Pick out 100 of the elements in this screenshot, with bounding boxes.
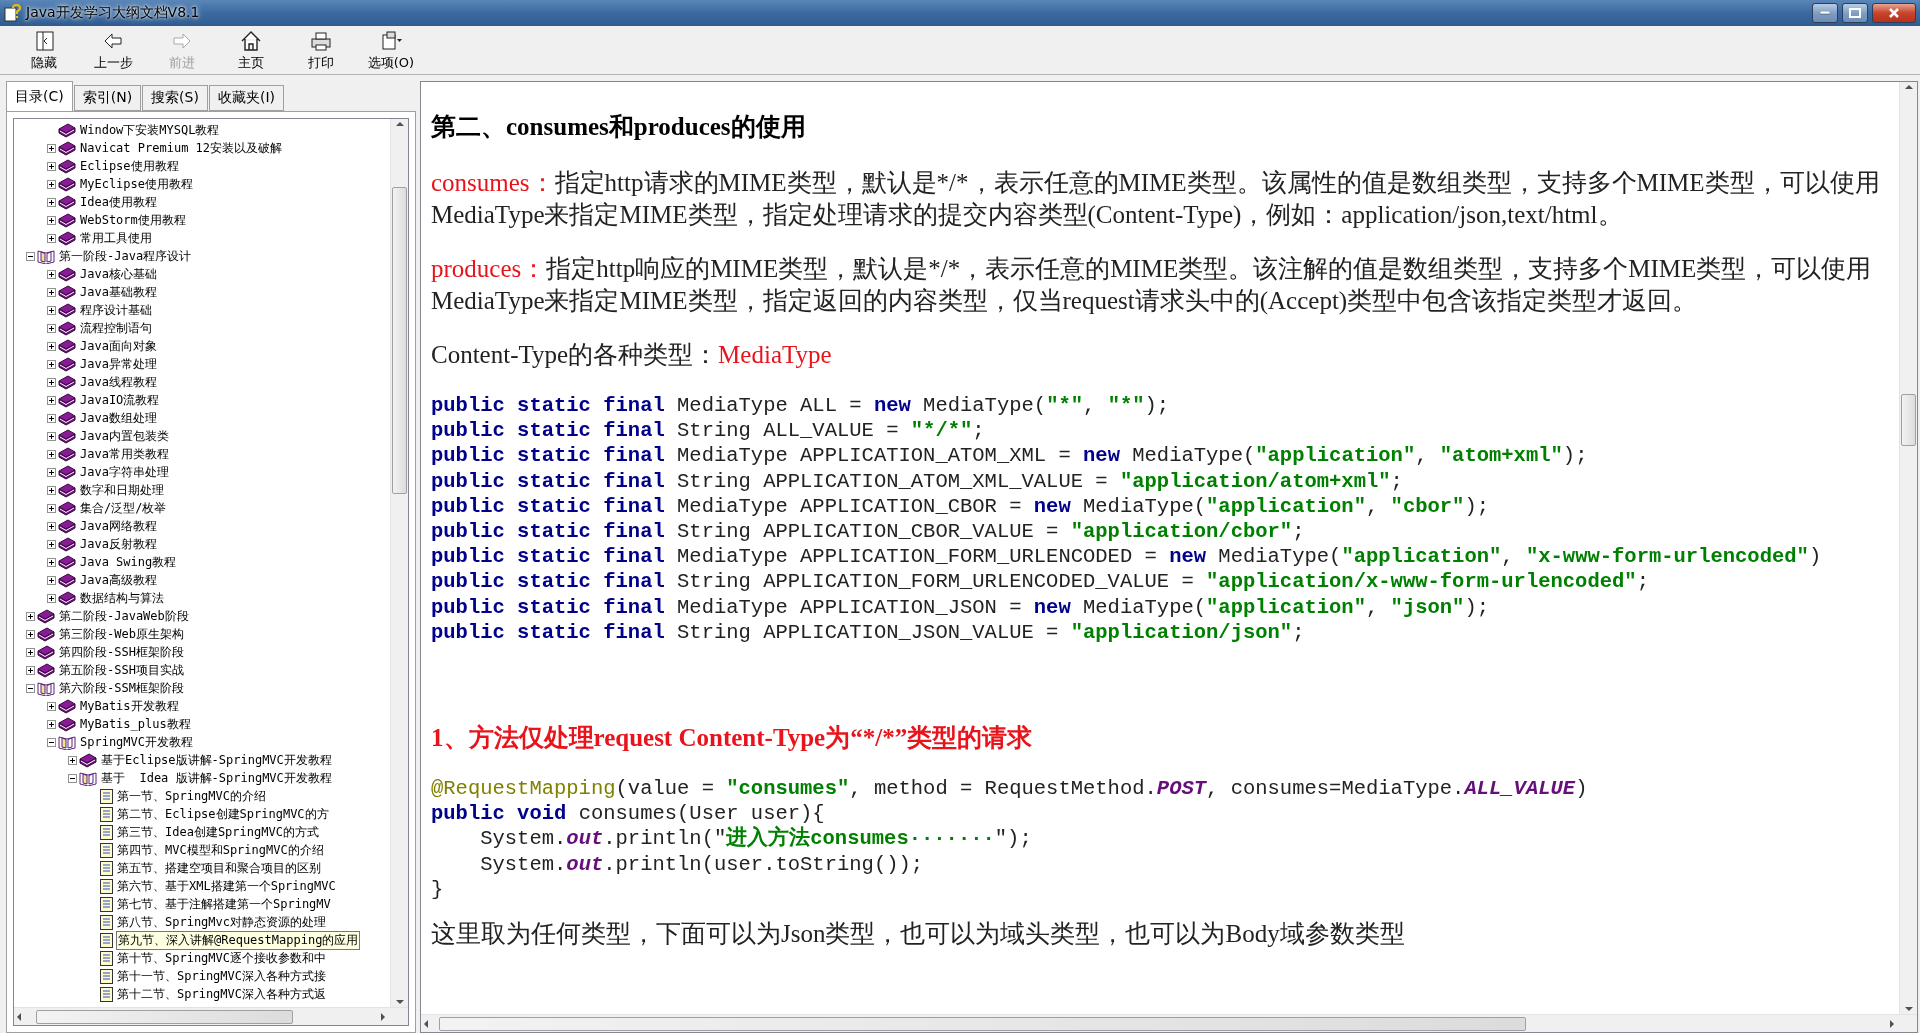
tree-item[interactable]: 第九节、深入讲解@RequestMapping的应用 bbox=[116, 930, 361, 950]
expand-icon[interactable] bbox=[47, 449, 56, 459]
expand-icon[interactable] bbox=[47, 413, 56, 423]
close-button[interactable] bbox=[1872, 3, 1916, 23]
collapse-icon[interactable] bbox=[26, 251, 35, 261]
expand-icon[interactable] bbox=[47, 539, 56, 549]
expand-icon[interactable] bbox=[26, 647, 35, 657]
toolbar-button[interactable]: 隐藏 bbox=[10, 29, 78, 72]
tree-item[interactable]: 第六节、基于XML搭建第一个SpringMVC bbox=[116, 877, 337, 895]
expand-icon[interactable] bbox=[47, 593, 56, 603]
expand-icon[interactable] bbox=[47, 305, 56, 315]
tree-item[interactable]: Eclipse使用教程 bbox=[79, 157, 180, 175]
vertical-scrollbar[interactable] bbox=[390, 119, 408, 1007]
scrollbar-thumb[interactable] bbox=[439, 1016, 1526, 1031]
tree-item[interactable]: MyBatis_plus教程 bbox=[79, 715, 192, 733]
collapse-icon[interactable] bbox=[68, 773, 77, 783]
expand-icon[interactable] bbox=[47, 179, 56, 189]
tab[interactable]: 索引(N) bbox=[73, 85, 142, 111]
minimize-button[interactable] bbox=[1812, 3, 1838, 23]
horizontal-scrollbar[interactable] bbox=[14, 1007, 408, 1025]
tree-item[interactable]: 第一阶段-Java程序设计 bbox=[58, 247, 193, 265]
expand-icon[interactable] bbox=[47, 341, 56, 351]
scrollbar-thumb[interactable] bbox=[392, 187, 407, 494]
tree-item[interactable]: Java异常处理 bbox=[79, 355, 158, 373]
expand-icon[interactable] bbox=[68, 755, 77, 765]
tree-item[interactable]: 第一节、SpringMVC的介绍 bbox=[116, 787, 268, 805]
expand-icon[interactable] bbox=[47, 377, 56, 387]
expand-icon[interactable] bbox=[47, 269, 56, 279]
toolbar-button[interactable]: 上一步 bbox=[78, 29, 148, 72]
tree-item[interactable]: 程序设计基础 bbox=[79, 301, 153, 319]
tree-item[interactable]: Java字符串处理 bbox=[79, 463, 170, 481]
tree-item[interactable]: 第十节、SpringMVC逐个接收参数和中 bbox=[116, 949, 328, 967]
tree-item[interactable]: Java高级教程 bbox=[79, 571, 158, 589]
toolbar-button[interactable]: 打印 bbox=[286, 29, 356, 72]
tree-item[interactable]: 基于 Idea 版讲解-SpringMVC开发教程 bbox=[100, 769, 333, 787]
tree-item[interactable]: 第八节、SpringMvc对静态资源的处理 bbox=[116, 913, 328, 931]
tree-item[interactable]: Java常用类教程 bbox=[79, 445, 170, 463]
tree-item[interactable]: 集合/泛型/枚举 bbox=[79, 499, 168, 517]
tree-item[interactable]: 第五节、搭建空项目和聚合项目的区别 bbox=[116, 859, 322, 877]
expand-icon[interactable] bbox=[47, 197, 56, 207]
tab[interactable]: 目录(C) bbox=[6, 81, 73, 111]
tree-item[interactable]: 第六阶段-SSM框架阶段 bbox=[58, 679, 185, 697]
expand-icon[interactable] bbox=[26, 665, 35, 675]
tree-item[interactable]: 常用工具使用 bbox=[79, 229, 153, 247]
tree-item[interactable]: Java网络教程 bbox=[79, 517, 158, 535]
expand-icon[interactable] bbox=[47, 143, 56, 153]
tree-item[interactable]: MyEclipse使用教程 bbox=[79, 175, 195, 193]
expand-icon[interactable] bbox=[47, 521, 56, 531]
expand-icon[interactable] bbox=[47, 719, 56, 729]
tree-item[interactable]: WebStorm使用教程 bbox=[79, 211, 187, 229]
tree-item[interactable]: 第二阶段-JavaWeb阶段 bbox=[58, 607, 190, 625]
tree-item[interactable]: SpringMVC开发教程 bbox=[79, 733, 195, 751]
collapse-icon[interactable] bbox=[26, 683, 35, 693]
scrollbar-thumb[interactable] bbox=[1901, 394, 1916, 446]
tree-item[interactable]: Java Swing教程 bbox=[79, 553, 178, 571]
tree-item[interactable]: JavaIO流教程 bbox=[79, 391, 161, 409]
tree-item[interactable]: 第三节、Idea创建SpringMVC的方式 bbox=[116, 823, 320, 841]
tree-item[interactable]: 第三阶段-Web原生架构 bbox=[58, 625, 185, 643]
expand-icon[interactable] bbox=[47, 215, 56, 225]
tree-item[interactable]: 第四节、MVC模型和SpringMVC的介绍 bbox=[116, 841, 325, 859]
tree-item[interactable]: 数据结构与算法 bbox=[79, 589, 165, 607]
expand-icon[interactable] bbox=[26, 629, 35, 639]
tree-item[interactable]: 第十二节、SpringMVC深入各种方式返 bbox=[116, 985, 328, 1003]
tree-item[interactable]: Window下安装MYSQL教程 bbox=[79, 121, 221, 139]
tab[interactable]: 搜索(S) bbox=[142, 85, 208, 111]
collapse-icon[interactable] bbox=[47, 737, 56, 747]
expand-icon[interactable] bbox=[26, 611, 35, 621]
tree-item[interactable]: Idea使用教程 bbox=[79, 193, 158, 211]
horizontal-scrollbar[interactable] bbox=[421, 1014, 1917, 1032]
tree-item[interactable]: 数字和日期处理 bbox=[79, 481, 165, 499]
vertical-scrollbar[interactable] bbox=[1899, 82, 1917, 1014]
tree-item[interactable]: Java基础教程 bbox=[79, 283, 158, 301]
tree-item[interactable]: Navicat Premium 12安装以及破解 bbox=[79, 139, 284, 157]
expand-icon[interactable] bbox=[47, 701, 56, 711]
expand-icon[interactable] bbox=[47, 323, 56, 333]
tree-item[interactable]: 第二节、Eclipse创建SpringMVC的方 bbox=[116, 805, 330, 823]
expand-icon[interactable] bbox=[47, 575, 56, 585]
expand-icon[interactable] bbox=[47, 431, 56, 441]
expand-icon[interactable] bbox=[47, 359, 56, 369]
tree-item[interactable]: Java面向对象 bbox=[79, 337, 158, 355]
expand-icon[interactable] bbox=[47, 485, 56, 495]
expand-icon[interactable] bbox=[47, 161, 56, 171]
expand-icon[interactable] bbox=[47, 233, 56, 243]
tree-item[interactable]: Java线程教程 bbox=[79, 373, 158, 391]
tree-item[interactable]: Java反射教程 bbox=[79, 535, 158, 553]
tree-item[interactable]: Java数组处理 bbox=[79, 409, 158, 427]
tree-item[interactable]: 流程控制语句 bbox=[79, 319, 153, 337]
tree-item[interactable]: Java内置包装类 bbox=[79, 427, 170, 445]
tree-item[interactable]: 第五阶段-SSH项目实战 bbox=[58, 661, 185, 679]
tree-item[interactable]: Java核心基础 bbox=[79, 265, 158, 283]
tree-item[interactable]: 第七节、基于注解搭建第一个SpringMV bbox=[116, 895, 332, 913]
tree-item[interactable]: 基于Eclipse版讲解-SpringMVC开发教程 bbox=[100, 751, 333, 769]
tree-item[interactable]: MyBatis开发教程 bbox=[79, 697, 180, 715]
scrollbar-thumb[interactable] bbox=[36, 1009, 293, 1024]
expand-icon[interactable] bbox=[47, 557, 56, 567]
tree-item[interactable]: 第四阶段-SSH框架阶段 bbox=[58, 643, 185, 661]
tree-item[interactable]: 第十一节、SpringMVC深入各种方式接 bbox=[116, 967, 328, 985]
tab[interactable]: 收藏夹(I) bbox=[208, 85, 284, 111]
expand-icon[interactable] bbox=[47, 395, 56, 405]
toolbar-button[interactable]: 选项(O) bbox=[356, 29, 426, 72]
